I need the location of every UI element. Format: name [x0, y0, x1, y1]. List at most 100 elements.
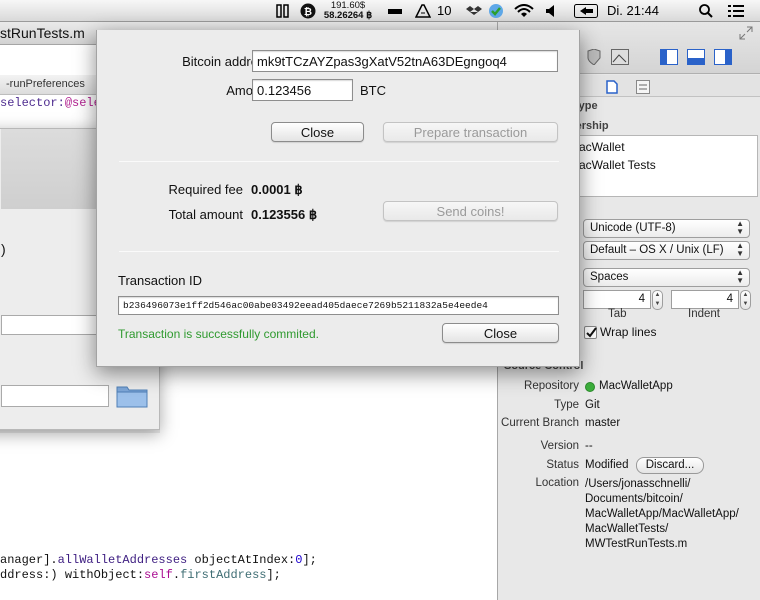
location-path[interactable]: /Users/jonasschnelli/ Documents/bitcoin/… — [585, 477, 739, 552]
close-button[interactable]: Close — [271, 122, 364, 142]
panel-right-icon[interactable] — [714, 49, 732, 65]
paren-fragment: ) — [1, 241, 6, 257]
code-token: objectAtIndex: — [187, 553, 296, 567]
code-token: ddress: — [0, 568, 51, 582]
bitcoin-address-field[interactable]: mk9tTCzAYZpas3gXatV52tnA63DEgngoq4 — [252, 50, 558, 72]
notification-icon[interactable] — [727, 4, 745, 18]
branch-label: Current Branch — [501, 417, 579, 429]
wrap-lines-checkbox[interactable] — [584, 326, 597, 339]
adobe-count: 10 — [437, 3, 452, 18]
location-line: MWTestRunTests.m — [585, 538, 688, 550]
repository-status-dot — [585, 382, 595, 392]
sync-check-icon[interactable] — [487, 3, 505, 18]
text-encoding-popup[interactable]: Unicode (UTF-8) ▲ ▼ — [583, 219, 750, 238]
panel-bottom-icon[interactable] — [687, 49, 705, 65]
sheet-path-field[interactable] — [1, 385, 109, 407]
indent-width-field[interactable]: 4 — [671, 290, 739, 309]
version-label: Version — [540, 440, 579, 452]
type-label: Type — [554, 399, 579, 411]
send-coins-button[interactable]: Send coins! — [383, 201, 558, 221]
location-label: Location — [535, 477, 579, 489]
code-line-first-address: ddress:) withObject:self.firstAddress]; — [0, 568, 281, 582]
line-endings-popup[interactable]: Default – OS X / Unix (LF) ▲ ▼ — [583, 241, 750, 260]
indent-using-popup[interactable]: Spaces ▲ ▼ — [583, 268, 750, 287]
code-token: withObject: — [64, 568, 145, 582]
total-amount-value: 0.123556 ฿ — [251, 207, 318, 222]
branch-value: master — [585, 417, 621, 429]
input-method-icon[interactable] — [574, 4, 598, 18]
line-endings-value: Default – OS X / Unix (LF) — [590, 244, 724, 256]
code-line-addresses: anager].allWalletAddresses objectAtIndex… — [0, 553, 317, 567]
menu-bar: ₿ 191.60$ 58.26264 ฿ 10 Di. 21:44 — [0, 0, 760, 22]
popup-arrow-icon: ▲ ▼ — [736, 268, 744, 285]
pause-icon[interactable] — [276, 4, 290, 18]
status-message: Transaction is successfully commited. — [118, 327, 319, 341]
required-fee-value: 0.0001 ฿ — [251, 182, 303, 197]
indent-using-value: Spaces — [590, 271, 629, 283]
location-line: /Users/jonasschnelli/ — [585, 478, 691, 490]
amount-unit: BTC — [360, 83, 386, 98]
code-token: ]; — [266, 568, 281, 582]
fullscreen-icon[interactable] — [739, 26, 753, 40]
code-token: selector: — [0, 96, 65, 110]
tab-width-stepper[interactable]: ▲ ▼ — [652, 290, 663, 310]
code-token: self — [144, 568, 173, 582]
file-inspector-icon[interactable] — [606, 80, 618, 94]
adobe-icon[interactable] — [414, 4, 432, 18]
spotlight-icon[interactable] — [699, 4, 713, 18]
repository-label: Repository — [524, 380, 579, 392]
tab-label: Tab — [608, 308, 627, 320]
code-token: firstAddress — [180, 568, 267, 582]
discard-button[interactable]: Discard... — [636, 457, 704, 474]
wifi-icon[interactable] — [514, 4, 534, 18]
code-token: ]; — [302, 553, 317, 567]
dropbox-icon[interactable] — [466, 4, 482, 18]
btc-balance: 58.26264 ฿ — [323, 10, 373, 21]
image-icon[interactable] — [611, 49, 629, 65]
popup-arrow-icon: ▲ ▼ — [736, 241, 744, 258]
amount-field[interactable]: 0.123456 — [252, 79, 353, 101]
quick-help-icon[interactable] — [636, 80, 650, 94]
send-coins-dialog: Bitcoin address mk9tTCzAYZpas3gXatV52tnA… — [96, 30, 580, 367]
status-label: Status — [546, 459, 579, 471]
folder-icon[interactable] — [116, 382, 148, 408]
panel-left-icon[interactable] — [660, 49, 678, 65]
jump-bar: -runPreferences — [0, 75, 100, 95]
total-amount-label: Total amount — [168, 207, 243, 222]
text-encoding-value: Unicode (UTF-8) — [590, 222, 676, 234]
wrap-lines-label: Wrap lines — [600, 325, 657, 339]
code-token: ) — [50, 568, 65, 582]
transaction-id-field[interactable]: b236496073e1ff2d546ac00abe03492eead405da… — [118, 296, 559, 315]
code-token: anager]. — [0, 553, 58, 567]
target-item[interactable]: MacWallet Tests — [569, 158, 656, 172]
close-button-secondary[interactable]: Close — [442, 323, 559, 343]
code-token: allWalletAddresses — [57, 553, 188, 567]
code-line-selector: selector:@sele — [0, 96, 101, 110]
indent-label: Indent — [688, 308, 720, 320]
repository-value: MacWalletApp — [599, 380, 673, 392]
location-line: MacWalletTests/ — [585, 523, 669, 535]
volume-icon[interactable] — [545, 4, 557, 18]
transaction-id-label: Transaction ID — [118, 273, 203, 288]
divider — [119, 161, 559, 162]
bitcoin-price-widget[interactable]: 191.60$ 58.26264 ฿ — [322, 1, 374, 21]
tab-width-field[interactable]: 4 — [583, 290, 651, 309]
version-value: -- — [585, 440, 593, 452]
indent-width-stepper[interactable]: ▲ ▼ — [740, 290, 751, 310]
svg-text:₿: ₿ — [304, 6, 312, 18]
popup-arrow-icon: ▲ ▼ — [736, 219, 744, 236]
shield-icon[interactable] — [587, 48, 601, 66]
type-value: Git — [585, 399, 600, 411]
menubar-clock[interactable]: Di. 21:44 — [607, 3, 659, 18]
code-token: . — [172, 568, 181, 582]
divider — [119, 251, 559, 252]
jump-bar-method[interactable]: -runPreferences — [6, 78, 85, 90]
location-line: Documents/bitcoin/ — [585, 493, 683, 505]
prepare-transaction-button[interactable]: Prepare transaction — [383, 122, 558, 142]
required-fee-label: Required fee — [168, 182, 243, 197]
battery-icon[interactable] — [388, 4, 402, 18]
location-line: MacWalletApp/MacWalletApp/ — [585, 508, 739, 520]
checkmark-icon — [586, 327, 597, 338]
bitcoin-icon[interactable]: ₿ — [300, 3, 316, 19]
editor-tab-title[interactable]: stRunTests.m — [0, 25, 85, 41]
